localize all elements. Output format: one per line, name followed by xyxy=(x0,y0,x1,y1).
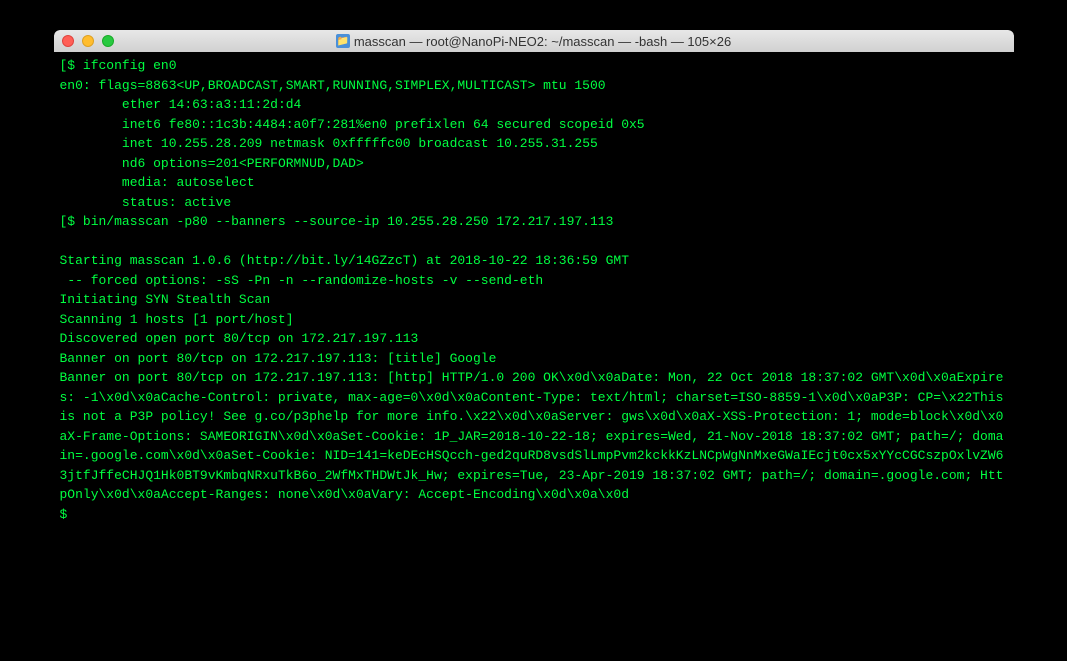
minimize-button[interactable] xyxy=(82,35,94,47)
titlebar[interactable]: 📁 masscan — root@NanoPi-NEO2: ~/masscan … xyxy=(54,30,1014,52)
folder-icon: 📁 xyxy=(336,34,350,48)
traffic-lights xyxy=(62,35,114,47)
window-title: masscan — root@NanoPi-NEO2: ~/masscan — … xyxy=(354,34,731,49)
close-button[interactable] xyxy=(62,35,74,47)
terminal-window: 📁 masscan — root@NanoPi-NEO2: ~/masscan … xyxy=(54,30,1014,612)
maximize-button[interactable] xyxy=(102,35,114,47)
terminal-output: [$ ifconfig en0 en0: flags=8863<UP,BROAD… xyxy=(60,56,1008,524)
title-wrap: 📁 masscan — root@NanoPi-NEO2: ~/masscan … xyxy=(54,34,1014,49)
terminal-body[interactable]: [$ ifconfig en0 en0: flags=8863<UP,BROAD… xyxy=(54,52,1014,612)
